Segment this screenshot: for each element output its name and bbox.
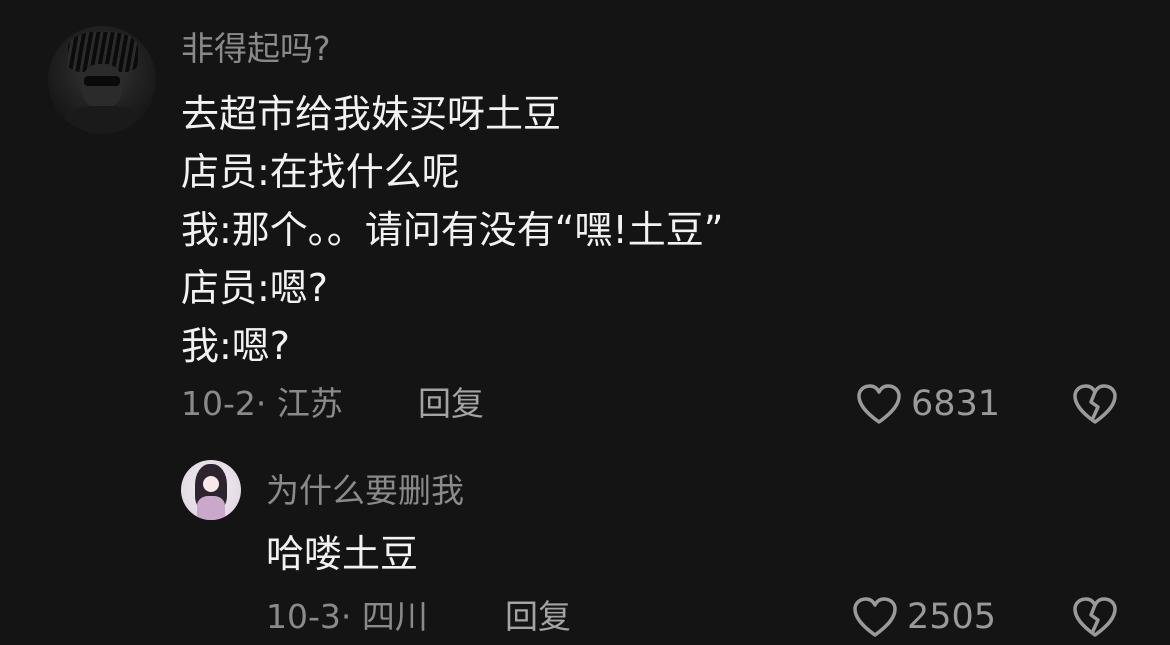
- comment-text[interactable]: 去超市给我妹买呀土豆 店员:在找什么呢 我:那个。。请问有没有“嘿!土豆” 店员…: [181, 85, 723, 375]
- reply-date-location: 10-3· 四川: [266, 597, 428, 636]
- reply-line: 哈喽土豆: [266, 532, 419, 576]
- like-button[interactable]: 6831: [855, 382, 1000, 426]
- reply-text[interactable]: 哈喽土豆: [266, 525, 418, 583]
- comment-line: 店员:嗯?: [181, 266, 328, 310]
- reply-button[interactable]: 回复: [505, 600, 571, 633]
- comment-date-location: 10-2· 江苏: [181, 384, 343, 423]
- like-button[interactable]: 2505: [851, 595, 996, 639]
- reply-button[interactable]: 回复: [418, 387, 484, 420]
- comment-username[interactable]: 非得起吗?: [181, 32, 331, 65]
- avatar-body: [62, 106, 142, 134]
- dislike-button[interactable]: [1071, 382, 1119, 426]
- user-avatar[interactable]: [181, 460, 241, 520]
- avatar-face: [82, 64, 122, 108]
- comment-line: 我:嗯?: [181, 324, 290, 368]
- comment-line: 去超市给我妹买呀土豆: [181, 92, 562, 136]
- avatar-dress: [197, 496, 225, 520]
- like-count: 6831: [911, 383, 1001, 424]
- comment-line: 我:那个。。请问有没有“嘿!土豆”: [181, 208, 724, 252]
- avatar-mask: [84, 76, 120, 86]
- broken-heart-icon: [1073, 384, 1117, 424]
- like-count: 2505: [907, 596, 997, 637]
- reply-username[interactable]: 为什么要删我: [266, 474, 464, 507]
- comment-item: 非得起吗? 去超市给我妹买呀土豆 店员:在找什么呢 我:那个。。请问有没有“嘿!…: [0, 0, 1170, 440]
- broken-heart-icon: [1073, 597, 1117, 637]
- heart-icon: [857, 384, 901, 424]
- user-avatar[interactable]: [48, 26, 156, 134]
- reply-item: 为什么要删我 哈喽土豆 10-3· 四川 回复 2505: [0, 440, 1170, 645]
- avatar-face: [203, 476, 219, 492]
- dislike-button[interactable]: [1071, 595, 1119, 639]
- comment-line: 店员:在找什么呢: [181, 150, 460, 194]
- heart-icon: [853, 597, 897, 637]
